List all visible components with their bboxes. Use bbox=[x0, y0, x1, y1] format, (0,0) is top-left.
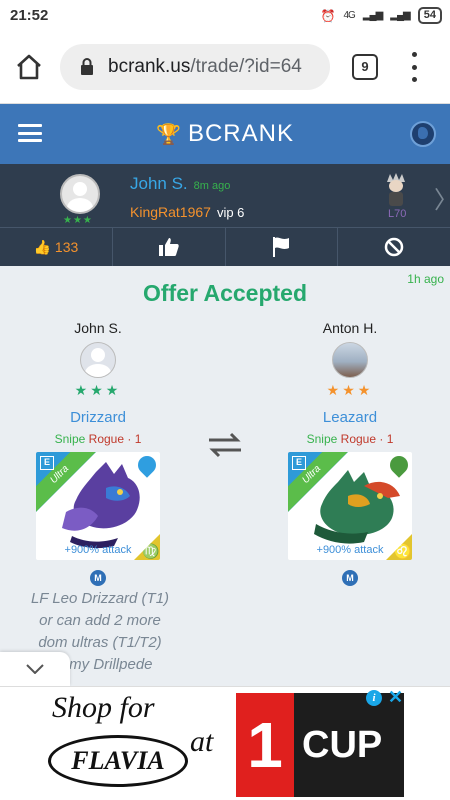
offer-status-title: Offer Accepted bbox=[142, 280, 308, 306]
monster-badge: M bbox=[90, 570, 106, 586]
offer-right-side: Anton H. ★★★ Leazard Snipe Rogue · 1 Ult… bbox=[285, 320, 415, 586]
evolve-badge-icon: E bbox=[292, 456, 306, 470]
monster-badge: M bbox=[342, 570, 358, 586]
url-text: bcrank.us/trade/?id=64 bbox=[108, 56, 302, 78]
thumbs-up-icon: 👍 bbox=[33, 238, 51, 255]
tag-snipe: Snipe bbox=[306, 432, 338, 446]
thumbs-up-icon bbox=[158, 238, 179, 256]
chevron-down-icon bbox=[26, 664, 44, 674]
user-card-info: ★★★ John S. 8m ago KingRat1967 vip 6 L70 〉 bbox=[0, 164, 450, 227]
monster-tags: Snipe Rogue · 1 bbox=[285, 432, 415, 446]
user-name-line: John S. 8m ago bbox=[130, 174, 230, 194]
ad-logo-word: CUP bbox=[302, 723, 383, 766]
tag-snipe: Snipe bbox=[54, 432, 86, 446]
url-path: /trade/?id=64 bbox=[190, 56, 302, 77]
likes-count: 👍 133 bbox=[0, 228, 113, 266]
tag-rogue: Rogue · 1 bbox=[88, 432, 142, 446]
browser-toolbar: bcrank.us/trade/?id=64 9 bbox=[0, 32, 450, 104]
user-vip: vip 6 bbox=[216, 205, 245, 220]
action-row: 👍 133 bbox=[0, 227, 450, 266]
block-icon bbox=[384, 237, 404, 257]
url-bar[interactable]: bcrank.us/trade/?id=64 bbox=[60, 44, 330, 90]
monster-name[interactable]: Drizzard bbox=[33, 409, 163, 426]
trader-name[interactable]: John S. bbox=[33, 320, 163, 336]
user-level: L70 bbox=[388, 208, 407, 220]
offer-note-line: or can add 2 more bbox=[39, 612, 161, 629]
tab-switcher-button[interactable]: 9 bbox=[352, 54, 378, 80]
collapse-ad-button[interactable] bbox=[0, 652, 70, 686]
overflow-menu-icon[interactable] bbox=[410, 52, 418, 82]
monster-card[interactable]: Ultra E +900% attack ♌ bbox=[288, 452, 412, 560]
trade-offer: 1h ago Offer Accepted John S. ★★★ Drizza… bbox=[0, 266, 450, 686]
signal-icon-2: ▂▄▆ bbox=[390, 10, 410, 21]
tag-rogue: Rogue · 1 bbox=[340, 432, 394, 446]
report-button[interactable] bbox=[226, 228, 339, 266]
likes-value: 133 bbox=[54, 239, 79, 255]
flag-icon bbox=[273, 237, 290, 257]
brand-logo[interactable]: 🏆 BCRANK bbox=[0, 120, 450, 148]
offer-note-line: dom ultras (T1/T2) bbox=[38, 634, 162, 651]
ad-store-logo: 1 CUP bbox=[236, 693, 404, 797]
status-icons: ⏰ 4G ▂▄▆ ▂▄▆ 54 bbox=[321, 7, 442, 24]
battery-icon: 54 bbox=[417, 7, 442, 24]
offer-left-side: John S. ★★★ Drizzard Snipe Rogue · 1 Ult… bbox=[33, 320, 163, 586]
home-icon[interactable] bbox=[14, 52, 44, 82]
user-ign-line: KingRat1967 vip 6 bbox=[130, 204, 244, 220]
like-button[interactable] bbox=[113, 228, 226, 266]
monster-name[interactable]: Leazard bbox=[285, 409, 415, 426]
swap-arrows-icon bbox=[209, 432, 241, 458]
ad-close-icon[interactable]: ✕ bbox=[388, 687, 403, 708]
status-bar: 21:52 ⏰ 4G ▂▄▆ ▂▄▆ 54 bbox=[0, 0, 450, 32]
user-card: ★★★ John S. 8m ago KingRat1967 vip 6 L70 〉… bbox=[0, 164, 450, 266]
evolve-badge-icon: E bbox=[40, 456, 54, 470]
alarm-icon: ⏰ bbox=[320, 8, 336, 23]
trader-stars: ★★★ bbox=[74, 382, 122, 398]
url-domain: bcrank.us bbox=[108, 56, 191, 77]
user-stars: ★★★ bbox=[63, 215, 93, 226]
trader-stars: ★★★ bbox=[326, 382, 374, 398]
signal-icon: ▂▄▆ bbox=[362, 10, 383, 21]
character-avatar bbox=[387, 173, 405, 206]
ad-brand-logo: FLAVIA bbox=[48, 735, 188, 787]
monster-card[interactable]: Ultra E +900% attack ♍ bbox=[36, 452, 160, 560]
ad-at-text: at bbox=[190, 725, 214, 758]
globe-icon[interactable] bbox=[410, 121, 436, 147]
offer-note-line: LF Leo Drizzard (T1) bbox=[30, 590, 170, 607]
trader-name[interactable]: Anton H. bbox=[285, 320, 415, 336]
ad-banner[interactable]: Shop for FLAVIA at 1 CUP i ✕ bbox=[0, 686, 450, 800]
brand-name: BCRANK bbox=[187, 120, 294, 147]
trophy-icon: 🏆 bbox=[156, 124, 182, 146]
user-name[interactable]: John S. bbox=[130, 174, 188, 193]
avatar[interactable] bbox=[60, 174, 100, 214]
chevron-right-icon[interactable]: 〉 bbox=[434, 180, 450, 215]
ad-logo-number: 1 bbox=[236, 693, 294, 797]
status-time: 21:52 bbox=[10, 7, 49, 24]
block-button[interactable] bbox=[338, 228, 450, 266]
user-ign: KingRat1967 bbox=[130, 204, 211, 220]
lock-icon bbox=[81, 58, 93, 75]
ad-headline: Shop for bbox=[52, 691, 155, 724]
user-time-ago: 8m ago bbox=[193, 180, 231, 192]
ad-info-icon[interactable]: i bbox=[366, 690, 382, 706]
monster-tags: Snipe Rogue · 1 bbox=[33, 432, 163, 446]
avatar[interactable] bbox=[80, 342, 116, 378]
app-header: 🏆 BCRANK bbox=[0, 104, 450, 164]
network-label: 4G bbox=[343, 10, 355, 21]
avatar[interactable] bbox=[332, 342, 368, 378]
